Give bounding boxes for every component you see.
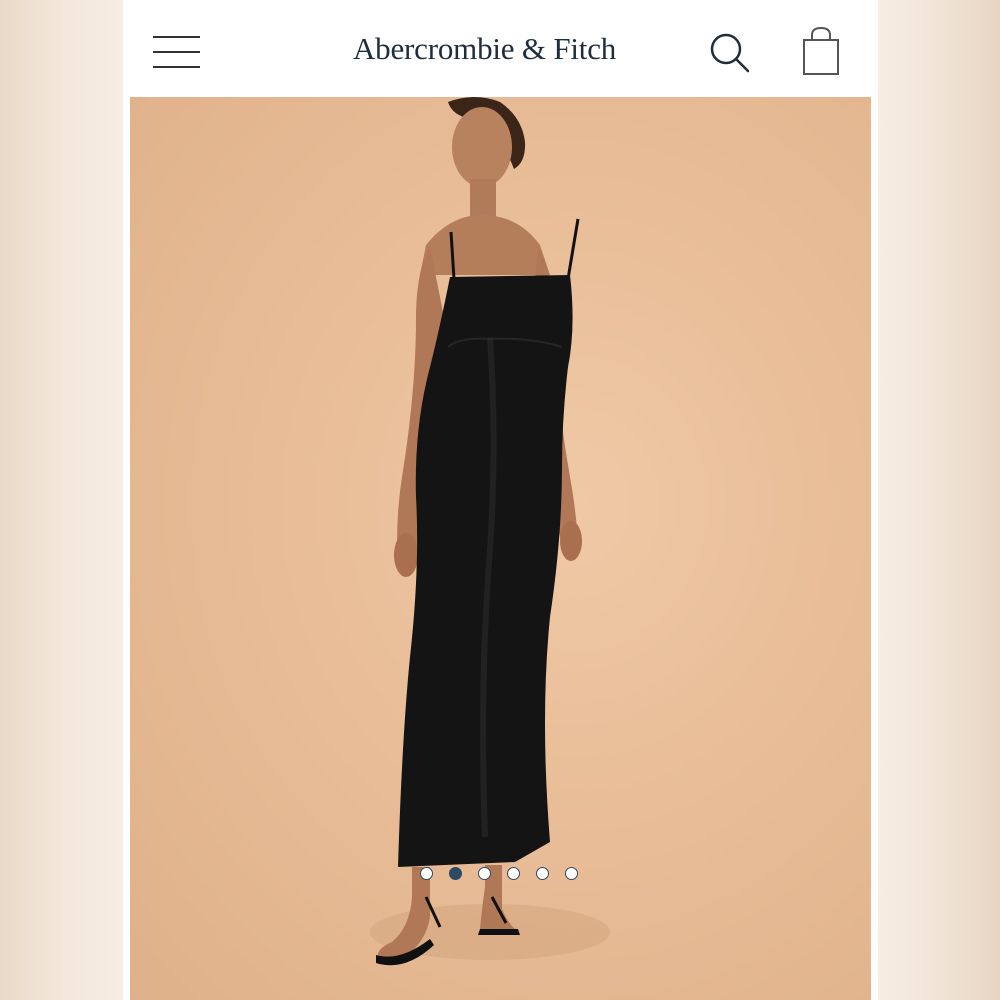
product-hero-image[interactable]: [130, 97, 871, 1000]
carousel-dot[interactable]: [565, 867, 578, 880]
brand-logo[interactable]: Abercrombie & Fitch: [353, 27, 648, 71]
menu-line: [153, 36, 200, 38]
carousel-dot[interactable]: [507, 867, 520, 880]
search-icon[interactable]: [708, 31, 752, 75]
hamburger-menu-icon[interactable]: [153, 36, 200, 69]
carousel-dot[interactable]: [536, 867, 549, 880]
carousel-dot[interactable]: [478, 867, 491, 880]
model-in-black-dress-illustration: [370, 97, 610, 966]
site-header: Abercrombie & Fitch: [123, 0, 878, 97]
menu-line: [153, 66, 200, 68]
carousel-dot[interactable]: [449, 867, 462, 880]
carousel-dot[interactable]: [420, 867, 433, 880]
carousel-pagination: [420, 867, 590, 883]
phone-screen: Abercrombie & Fitch: [123, 0, 878, 1000]
shopping-bag-icon[interactable]: [799, 26, 843, 78]
menu-line: [153, 51, 200, 53]
